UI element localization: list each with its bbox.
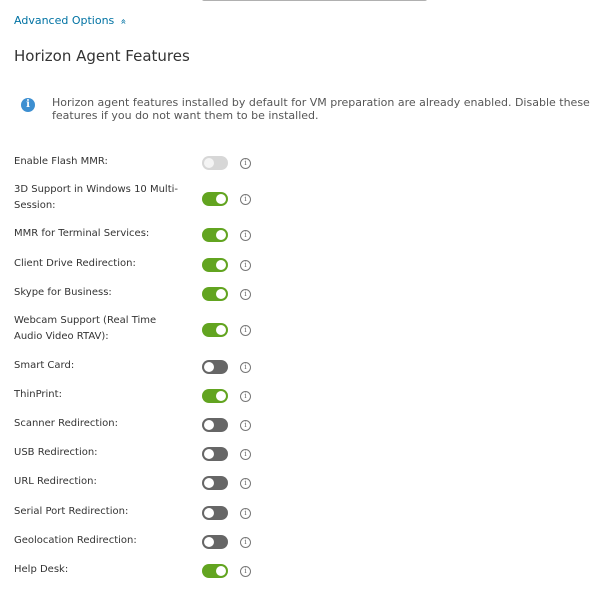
section-title: Horizon Agent Features xyxy=(14,47,190,65)
feature-label: Skype for Business: xyxy=(14,287,112,298)
feature-toggle[interactable] xyxy=(202,418,228,432)
toggle-knob xyxy=(216,391,226,401)
feature-label: Webcam Support (Real Time Audio Video RT… xyxy=(14,315,157,342)
feature-label: Geolocation Redirection: xyxy=(14,535,137,546)
feature-toggle[interactable] xyxy=(202,228,228,242)
feature-row: Help Desk: i xyxy=(14,562,594,578)
feature-label: Enable Flash MMR: xyxy=(14,156,108,167)
feature-label: USB Redirection: xyxy=(14,447,98,458)
feature-label: MMR for Terminal Services: xyxy=(14,228,150,239)
info-circle-icon[interactable]: i xyxy=(240,449,251,460)
feature-row: 3D Support in Windows 10 Multi-Session: i xyxy=(14,182,594,214)
toggle-knob xyxy=(204,420,214,430)
feature-toggle xyxy=(202,156,228,170)
info-circle-icon[interactable]: i xyxy=(240,478,251,489)
feature-label: Serial Port Redirection: xyxy=(14,506,129,517)
feature-label: Help Desk: xyxy=(14,564,69,575)
feature-row: Smart Card: i xyxy=(14,358,594,374)
feature-label: URL Redirection: xyxy=(14,476,97,487)
feature-label: Smart Card: xyxy=(14,360,75,371)
info-circle-icon[interactable]: i xyxy=(240,230,251,241)
info-circle-icon[interactable]: i xyxy=(240,537,251,548)
info-circle-icon[interactable]: i xyxy=(240,289,251,300)
info-circle-icon[interactable]: i xyxy=(240,194,251,205)
feature-row: Scanner Redirection: i xyxy=(14,416,594,432)
toggle-knob xyxy=(204,362,214,372)
chevron-up-icon: « xyxy=(117,18,129,25)
feature-toggle[interactable] xyxy=(202,192,228,206)
feature-row: Webcam Support (Real Time Audio Video RT… xyxy=(14,313,594,345)
feature-toggle[interactable] xyxy=(202,389,228,403)
info-circle-icon[interactable]: i xyxy=(240,158,251,169)
top-input-field[interactable] xyxy=(202,0,427,1)
advanced-options-link[interactable]: Advanced Options « xyxy=(14,14,129,27)
toggle-knob xyxy=(216,566,226,576)
feature-row: ThinPrint: i xyxy=(14,387,594,403)
feature-toggle[interactable] xyxy=(202,476,228,490)
feature-row: Skype for Business: i xyxy=(14,285,594,301)
toggle-knob xyxy=(216,260,226,270)
feature-toggle[interactable] xyxy=(202,447,228,461)
feature-label: ThinPrint: xyxy=(14,389,62,400)
toggle-knob xyxy=(216,325,226,335)
feature-toggle[interactable] xyxy=(202,287,228,301)
feature-toggle[interactable] xyxy=(202,360,228,374)
advanced-options-label: Advanced Options xyxy=(14,14,115,27)
info-circle-icon[interactable]: i xyxy=(240,391,251,402)
feature-label: 3D Support in Windows 10 Multi-Session: xyxy=(14,184,179,211)
toggle-knob xyxy=(204,158,214,168)
feature-row: Geolocation Redirection: i xyxy=(14,533,594,549)
toggle-knob xyxy=(216,230,226,240)
feature-label: Scanner Redirection: xyxy=(14,418,118,429)
info-message: Horizon agent features installed by defa… xyxy=(52,96,590,122)
toggle-knob xyxy=(204,478,214,488)
info-circle-icon[interactable]: i xyxy=(240,260,251,271)
feature-row: Client Drive Redirection: i xyxy=(14,256,594,272)
info-circle-icon[interactable]: i xyxy=(240,566,251,577)
feature-row: Enable Flash MMR: i xyxy=(14,154,594,170)
toggle-knob xyxy=(216,194,226,204)
toggle-knob xyxy=(204,537,214,547)
feature-toggle[interactable] xyxy=(202,323,228,337)
info-circle-icon[interactable]: i xyxy=(240,420,251,431)
info-circle-icon[interactable]: i xyxy=(240,508,251,519)
feature-row: Serial Port Redirection: i xyxy=(14,504,594,520)
toggle-knob xyxy=(204,449,214,459)
info-circle-icon[interactable]: i xyxy=(240,362,251,373)
toggle-knob xyxy=(204,508,214,518)
feature-row: MMR for Terminal Services: i xyxy=(14,226,594,242)
info-circle-icon[interactable]: i xyxy=(240,325,251,336)
toggle-knob xyxy=(216,289,226,299)
feature-row: URL Redirection: i xyxy=(14,474,594,490)
feature-toggle[interactable] xyxy=(202,564,228,578)
info-icon: i xyxy=(21,98,35,112)
feature-toggle[interactable] xyxy=(202,258,228,272)
feature-toggle[interactable] xyxy=(202,506,228,520)
feature-label: Client Drive Redirection: xyxy=(14,258,136,269)
feature-row: USB Redirection: i xyxy=(14,445,594,461)
feature-toggle[interactable] xyxy=(202,535,228,549)
